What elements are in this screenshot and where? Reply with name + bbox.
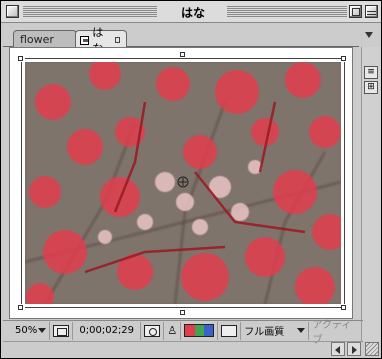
top-center-handle[interactable] [180,52,185,57]
rgb-channel-icon [184,324,215,337]
roi-button[interactable] [218,321,242,340]
resolution-value: フル画質 [244,327,285,338]
composition-window: はな flower はな ≡ ⊞ [0,0,382,359]
tab-hana[interactable]: はな [75,26,127,55]
tab-row: flower はな [3,26,359,55]
timecode-value: 0;00;02;29 [79,325,135,336]
person-icon: ♙ [167,324,178,337]
bounds-top-line [25,58,341,59]
horizontal-scrollbar[interactable] [3,341,363,357]
composition-bottom-bar: 50% 0;00;02;29 ♙ フル画質 アクティブ [3,320,363,346]
list-icon[interactable]: ≡ [364,66,378,79]
channel-button[interactable] [181,321,219,340]
timecode-display[interactable]: 0;00;02;29 [73,321,142,340]
title-stripes-right [227,6,347,18]
top-left-handle[interactable] [18,56,23,61]
close-icon[interactable] [6,5,19,18]
bottom-center-handle[interactable] [180,310,185,315]
top-right-handle[interactable] [341,56,346,61]
flower-image-art [25,62,341,304]
chevron-down-icon [38,328,47,333]
magnification-value: 50% [15,325,38,336]
bounds-left-line [21,62,22,304]
vertical-scrollbar[interactable]: ≡ ⊞ [361,47,381,341]
bounds-bottom-line [25,307,341,308]
scroll-right-button[interactable] [347,342,361,356]
zoom-box-icon[interactable] [349,5,362,18]
snapshot-button[interactable] [141,321,165,340]
title-bar[interactable]: はな [1,1,381,23]
resolution-select[interactable]: フル画質 [241,321,310,340]
flower-image[interactable] [25,62,341,304]
bottom-right-handle[interactable] [341,305,346,310]
region-of-interest-icon [221,324,238,337]
tab-flower-label: flower [20,33,54,46]
camera-icon [144,324,161,337]
resize-grip-icon[interactable] [365,342,379,356]
scroll-left-button[interactable] [331,342,345,356]
fit-button[interactable] [50,321,74,340]
bottom-left-handle[interactable] [18,305,23,310]
magnification-select[interactable]: 50% [3,321,51,340]
fit-to-window-icon [53,324,70,337]
active-camera-select[interactable]: アクティブ [309,320,363,346]
composition-canvas[interactable] [9,47,353,319]
flowchart-icon[interactable]: ⊞ [364,81,378,94]
tab-flower[interactable]: flower [13,30,77,47]
window-title: はな [163,4,223,21]
windowshade-icon[interactable] [365,5,378,18]
chevron-down-icon [297,328,306,333]
bounds-right-line [344,62,345,304]
title-stripes-left [23,6,157,18]
panel-menu-arrow-icon[interactable] [365,32,373,38]
composition-icon [80,35,90,45]
show-snapshot-button[interactable]: ♙ [164,321,182,340]
tab-close-icon[interactable] [114,37,120,43]
